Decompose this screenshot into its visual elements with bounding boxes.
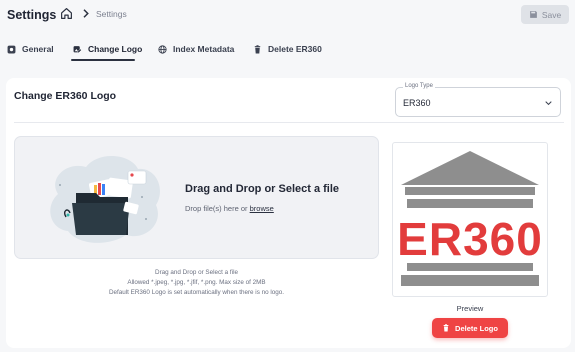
- help-line-3: Default ER360 Logo is set automatically …: [108, 289, 284, 296]
- breadcrumb-current: Settings: [96, 9, 127, 19]
- tab-delete-er360[interactable]: Delete ER360: [253, 38, 322, 60]
- top-bar: Settings Settings Save: [0, 0, 575, 32]
- logo-preview: ER360: [392, 142, 548, 297]
- tab-general[interactable]: General: [7, 38, 54, 60]
- file-dropzone[interactable]: Drag and Drop or Select a file Drop file…: [14, 136, 379, 259]
- logo-type-select[interactable]: Logo Type ER360: [395, 83, 561, 117]
- card-title: Change ER360 Logo: [14, 90, 117, 102]
- dropzone-title: Drag and Drop or Select a file: [185, 183, 340, 195]
- delete-logo-label: Delete Logo: [455, 323, 498, 333]
- tab-change-logo[interactable]: Change Logo: [73, 38, 142, 60]
- change-logo-card: Change ER360 Logo Logo Type ER360 Drag a…: [6, 78, 571, 348]
- tab-bar: General Change Logo Index Metadata Delet…: [0, 38, 575, 62]
- preview-logo-text: ER360: [397, 213, 543, 265]
- tab-label: Change Logo: [88, 44, 143, 54]
- preview-label: Preview: [456, 304, 484, 313]
- trash-icon: [443, 324, 449, 332]
- globe-icon: [158, 44, 167, 54]
- browse-link[interactable]: browse: [250, 204, 274, 213]
- er360-logo-image: ER360: [397, 151, 543, 286]
- home-icon[interactable]: [60, 7, 73, 20]
- tab-label: General: [22, 44, 54, 54]
- save-button-label: Save: [541, 9, 562, 20]
- logo-type-value: ER360: [403, 98, 431, 108]
- chevron-down-icon: [545, 101, 552, 106]
- tab-label: Delete ER360: [268, 44, 322, 54]
- edit-image-icon: [73, 45, 82, 53]
- card-divider: [14, 122, 564, 123]
- save-icon: [529, 11, 537, 18]
- logo-type-label: Logo Type: [403, 83, 435, 89]
- chevron-right-icon: [83, 9, 89, 18]
- page-title: Settings: [7, 8, 57, 22]
- help-line-1: Drag and Drop or Select a file: [155, 269, 238, 276]
- trash-icon: [254, 44, 261, 53]
- dropzone-hint: Drop file(s) here or: [185, 204, 248, 213]
- dropzone-subtitle: Drop file(s) here or browse: [185, 204, 274, 213]
- tab-label: Index Metadata: [173, 44, 235, 54]
- active-tab-indicator: [71, 59, 135, 61]
- upload-folder-illustration: [50, 155, 160, 243]
- help-line-2: Allowed *.jpeg, *.jpg, *.jfif, *.png. Ma…: [127, 279, 266, 286]
- gear-icon: [7, 45, 16, 53]
- tab-index-metadata[interactable]: Index Metadata: [158, 38, 234, 60]
- save-button[interactable]: Save: [521, 5, 569, 24]
- delete-logo-button[interactable]: Delete Logo: [432, 318, 508, 338]
